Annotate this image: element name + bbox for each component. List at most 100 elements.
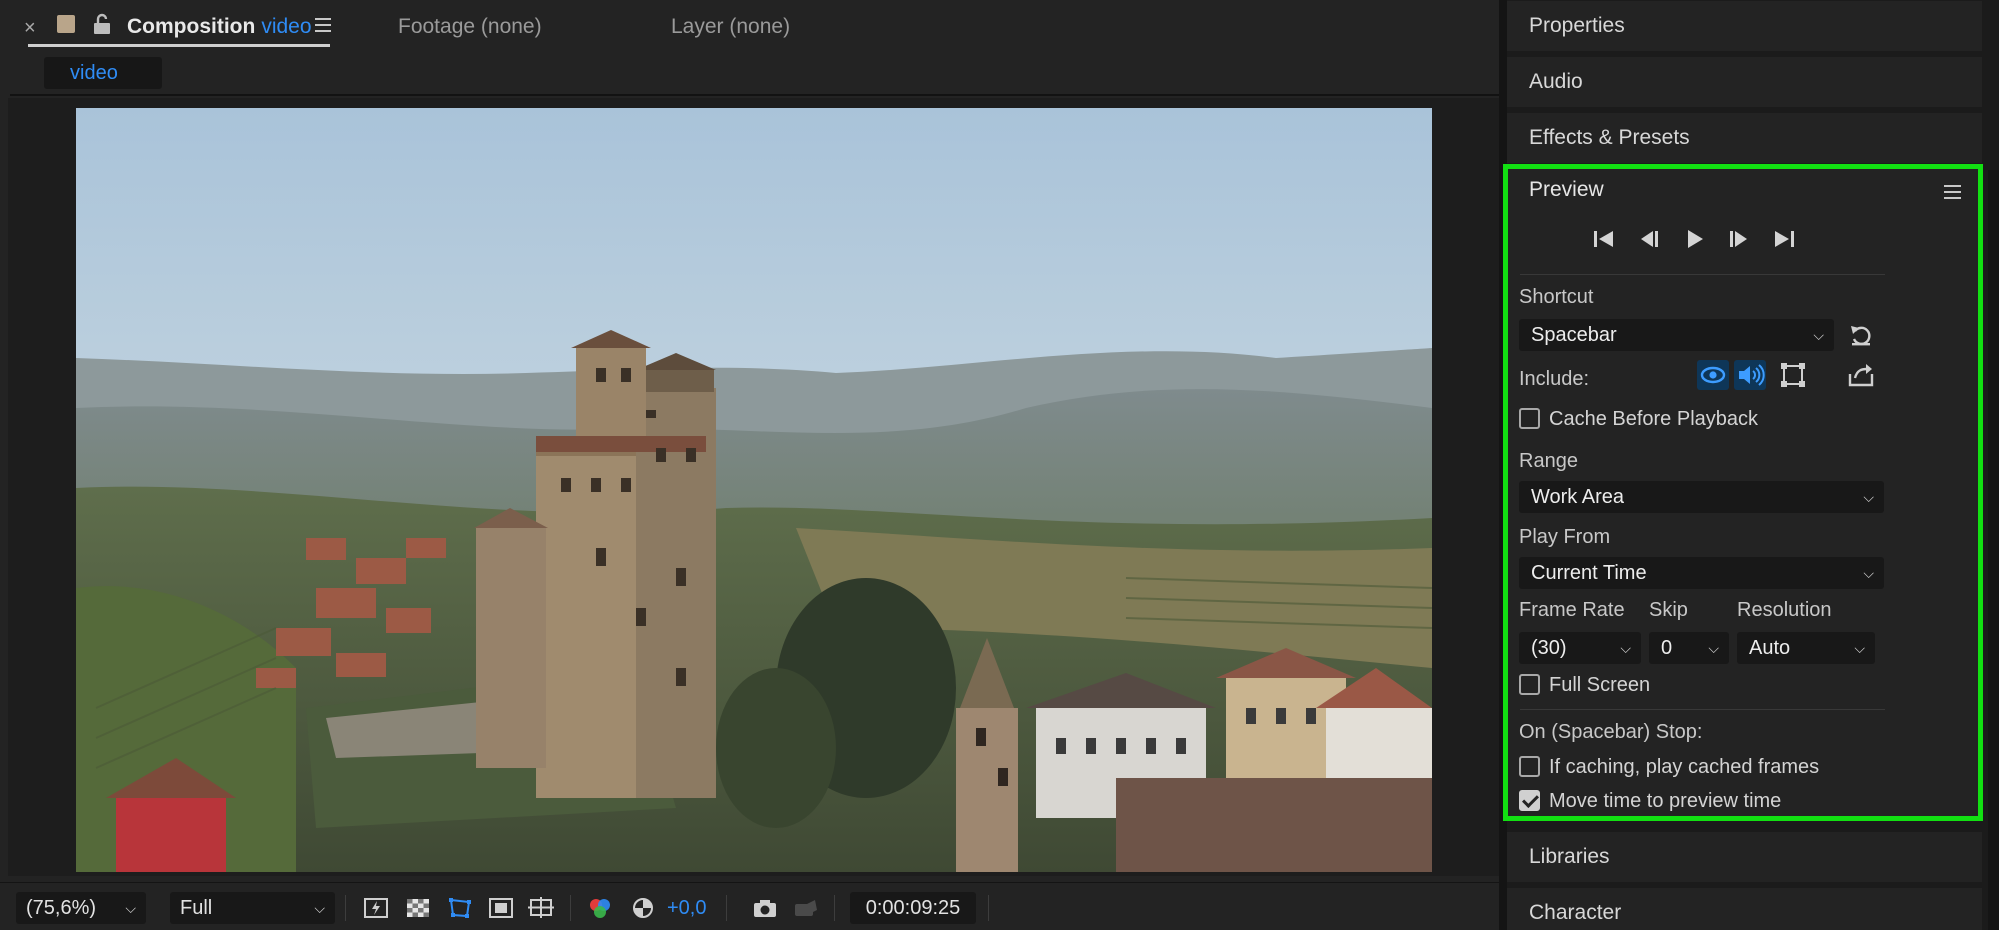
- chevron-down-icon: ⌵: [1863, 489, 1874, 505]
- resolution-value: Auto: [1749, 637, 1791, 659]
- effects-presets-panel-header[interactable]: Effects & Presets: [1507, 113, 1982, 163]
- chevron-down-icon: ⌵: [1854, 640, 1865, 656]
- chevron-down-icon: ⌵: [1708, 640, 1719, 656]
- divider: [834, 895, 835, 921]
- divider: [988, 895, 989, 921]
- close-tab-icon[interactable]: ×: [24, 15, 36, 41]
- chevron-down-icon: ⌵: [314, 900, 325, 916]
- checkbox-box[interactable]: [1519, 408, 1540, 429]
- divider: [345, 895, 346, 921]
- mask-path-visibility-icon[interactable]: [447, 896, 473, 920]
- resolution-label: Resolution: [1737, 599, 1832, 621]
- range-dropdown[interactable]: Work Area ⌵: [1519, 481, 1884, 513]
- reset-icon[interactable]: [1848, 322, 1874, 348]
- checkbox-box-checked[interactable]: [1519, 790, 1540, 811]
- tab-composition-name: video: [261, 15, 312, 38]
- composition-panel: × Composition video Footage (none) Layer …: [0, 0, 1499, 930]
- fast-previews-icon[interactable]: [363, 896, 389, 920]
- audio-speaker-icon[interactable]: [1734, 360, 1766, 390]
- castle-landscape-image: [76, 108, 1432, 872]
- character-panel-header[interactable]: Character: [1507, 888, 1982, 930]
- on-stop-label: On (Spacebar) Stop:: [1519, 721, 1703, 743]
- resolution-dropdown[interactable]: Full ⌵: [170, 892, 335, 924]
- cache-before-playback-checkbox[interactable]: Cache Before Playback: [1519, 406, 1758, 432]
- move-time-checkbox[interactable]: Move time to preview time: [1519, 788, 1781, 814]
- panel-divider[interactable]: [1499, 0, 1507, 930]
- checkbox-box[interactable]: [1519, 674, 1540, 695]
- divider: [1520, 709, 1885, 710]
- magnification-value: (75,6%): [26, 897, 97, 919]
- range-value: Work Area: [1531, 486, 1624, 508]
- exposure-value[interactable]: +0,0: [667, 892, 706, 924]
- range-label: Range: [1519, 450, 1578, 472]
- play-from-dropdown[interactable]: Current Time ⌵: [1519, 557, 1884, 589]
- tab-composition[interactable]: Composition video: [127, 14, 312, 40]
- full-screen-checkbox[interactable]: Full Screen: [1519, 672, 1650, 698]
- composition-subtab[interactable]: video: [44, 57, 162, 89]
- move-time-label: Move time to preview time: [1549, 790, 1782, 812]
- divider: [570, 895, 571, 921]
- shortcut-label: Shortcut: [1519, 286, 1594, 308]
- reset-exposure-icon[interactable]: [630, 896, 656, 920]
- properties-panel-header[interactable]: Properties: [1507, 1, 1982, 51]
- full-screen-label: Full Screen: [1549, 674, 1651, 696]
- chevron-down-icon: ⌵: [125, 900, 136, 916]
- resolution-dropdown[interactable]: Auto ⌵: [1737, 632, 1875, 664]
- video-frame[interactable]: [76, 108, 1432, 872]
- shortcut-value: Spacebar: [1531, 324, 1617, 346]
- skip-dropdown[interactable]: 0 ⌵: [1649, 632, 1729, 664]
- if-caching-checkbox[interactable]: If caching, play cached frames: [1519, 754, 1819, 780]
- magnification-dropdown[interactable]: (75,6%) ⌵: [16, 892, 146, 924]
- cache-before-playback-label: Cache Before Playback: [1549, 408, 1759, 430]
- frame-rate-value: (30): [1531, 637, 1567, 659]
- divider: [1520, 274, 1885, 275]
- show-snapshot-icon[interactable]: [793, 896, 819, 920]
- preview-panel-title[interactable]: Preview: [1529, 178, 1604, 202]
- previous-frame-icon[interactable]: [1634, 224, 1664, 254]
- export-icon[interactable]: [1845, 360, 1877, 390]
- resolution-value: Full: [180, 897, 213, 919]
- last-frame-icon[interactable]: [1769, 224, 1799, 254]
- shortcut-dropdown[interactable]: Spacebar ⌵: [1519, 319, 1834, 351]
- skip-value: 0: [1661, 637, 1673, 659]
- skip-label: Skip: [1649, 599, 1688, 621]
- preview-panel: Preview Shortcut Spacebar ⌵ Include: Cac…: [1507, 166, 1982, 818]
- current-time-display[interactable]: 0:00:09:25: [850, 892, 976, 924]
- region-of-interest-icon[interactable]: [488, 896, 514, 920]
- channels-icon[interactable]: [587, 896, 613, 920]
- play-icon[interactable]: [1679, 224, 1709, 254]
- composition-navigator: video: [10, 56, 1499, 96]
- panel-menu-icon[interactable]: [1944, 185, 1961, 199]
- include-label: Include:: [1519, 368, 1590, 390]
- checkbox-box[interactable]: [1519, 756, 1540, 777]
- frame-rate-dropdown[interactable]: (30) ⌵: [1519, 632, 1641, 664]
- safe-margins-icon[interactable]: [528, 896, 554, 920]
- divider: [726, 895, 727, 921]
- playback-controls: [1589, 224, 1819, 254]
- snapshot-icon[interactable]: [752, 896, 778, 920]
- transparency-grid-icon[interactable]: [405, 896, 431, 920]
- composition-color-label: [57, 15, 75, 33]
- composition-viewer[interactable]: [8, 98, 1499, 876]
- panel-tab-bar: × Composition video Footage (none) Layer …: [0, 0, 1499, 52]
- if-caching-label: If caching, play cached frames: [1549, 756, 1820, 778]
- audio-panel-header[interactable]: Audio: [1507, 57, 1982, 107]
- tab-layer[interactable]: Layer (none): [671, 14, 790, 40]
- first-frame-icon[interactable]: [1589, 224, 1619, 254]
- video-eye-icon[interactable]: [1697, 360, 1729, 390]
- chevron-down-icon: ⌵: [1620, 640, 1631, 656]
- libraries-panel-header[interactable]: Libraries: [1507, 832, 1982, 882]
- play-from-value: Current Time: [1531, 562, 1647, 584]
- tab-footage[interactable]: Footage (none): [398, 14, 542, 40]
- chevron-down-icon: ⌵: [1813, 327, 1824, 343]
- panel-menu-icon[interactable]: [314, 17, 332, 33]
- chevron-down-icon: ⌵: [1863, 565, 1874, 581]
- overlays-icon[interactable]: [1777, 360, 1809, 390]
- composition-footer-toolbar: (75,6%) ⌵ Full ⌵ +0,0 0:00:09:25: [0, 882, 1499, 930]
- next-frame-icon[interactable]: [1724, 224, 1754, 254]
- active-tab-underline: [28, 44, 330, 47]
- panel-scrollbar[interactable]: [1988, 170, 1999, 930]
- lock-icon[interactable]: [91, 12, 113, 36]
- frame-rate-label: Frame Rate: [1519, 599, 1625, 621]
- tab-composition-label: Composition: [127, 15, 256, 38]
